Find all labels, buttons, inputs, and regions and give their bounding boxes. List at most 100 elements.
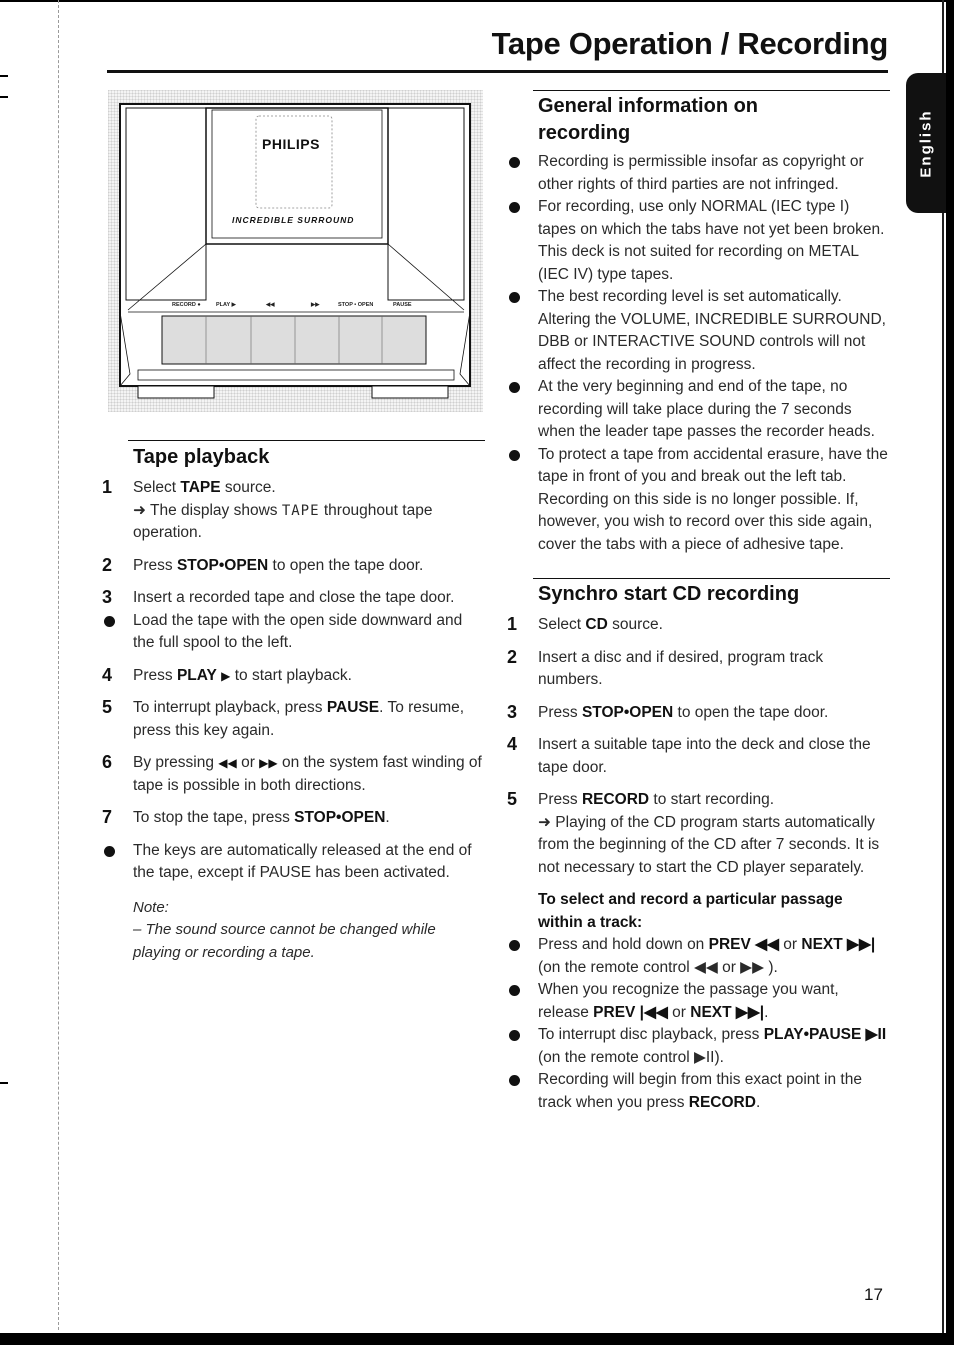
- section-title: Tape playback: [133, 446, 270, 468]
- general-info-title: General information on recording: [538, 95, 759, 144]
- step-text: to start playback.: [230, 666, 352, 684]
- title-rule: [107, 70, 888, 73]
- step-text: source.: [607, 616, 663, 633]
- synchro-title: Synchro start CD recording: [538, 583, 800, 605]
- lcd-display-text: TAPE: [281, 502, 320, 519]
- brand-logo: PHILIPS: [262, 136, 320, 152]
- bullet-text: The best recording level is set automati…: [538, 288, 886, 373]
- step-5: 5 To interrupt playback, press PAUSE. To…: [100, 697, 485, 742]
- page-title: Tape Operation / Recording: [491, 26, 889, 61]
- step-2: 2 Press STOP•OPEN to open the tape door.: [100, 555, 485, 578]
- step-text: To interrupt playback, press: [133, 699, 327, 716]
- step-text: Select: [538, 616, 586, 633]
- key-name-play-pause: PLAY•PAUSE ▶II: [763, 1026, 887, 1043]
- section-rule: [533, 90, 890, 91]
- bullet-item: To protect a tape from accidental erasur…: [505, 444, 890, 557]
- step-text: Insert a disc and if desired, program tr…: [538, 648, 824, 689]
- bullet-item: The keys are automatically released at t…: [100, 840, 485, 885]
- left-panel: [125, 107, 207, 301]
- step-number: 4: [102, 664, 113, 685]
- fast-forward-icon: ▶▶: [259, 756, 278, 770]
- step-text: to open the tape door.: [268, 556, 424, 574]
- key-name: STOP•OPEN: [581, 703, 674, 721]
- key-label-pause: PAUSE: [393, 302, 412, 308]
- bullet-text: .: [755, 1093, 761, 1111]
- bullet-dot: [509, 449, 520, 461]
- bullet-text: (on the remote control ◀◀ or ▶▶ ).: [538, 958, 778, 976]
- bullet-dot: [509, 1030, 520, 1041]
- step-number: 5: [102, 697, 113, 717]
- scan-edge-top: [0, 0, 954, 2]
- step-text: Press: [133, 556, 177, 574]
- key-name-prev: PREV ◀◀: [708, 936, 779, 953]
- section-rule: [533, 578, 890, 579]
- tape-playback-section: Tape playback 1 Select TAPE source. ➜ Th…: [100, 440, 485, 964]
- step-4: 4 Insert a suitable tape into the deck a…: [505, 734, 890, 779]
- right-foot: [371, 385, 449, 399]
- step-text: Insert a suitable tape into the deck and…: [538, 736, 871, 776]
- bullet-item: When you recognize the passage you want,…: [505, 979, 890, 1024]
- tape-deck-illustration: PHILIPS INCREDIBLE SURROUND RECORD ● PLA…: [108, 90, 483, 412]
- step-number: 1: [102, 477, 113, 497]
- key-name: RECORD: [581, 791, 650, 808]
- step-2: 2 Insert a disc and if desired, program …: [505, 647, 890, 692]
- page-number: 17: [864, 1285, 883, 1304]
- bullet-item: To interrupt disc playback, press PLAY•P…: [505, 1024, 890, 1069]
- bullet-item: Recording will begin from this exact poi…: [505, 1069, 890, 1114]
- step-number: 2: [102, 554, 113, 575]
- key-name-prev: PREV |◀◀: [593, 1003, 668, 1021]
- step-6: 6 By pressing ◀◀ or ▶▶ on the system fas…: [100, 752, 485, 797]
- step-number: 6: [102, 752, 113, 772]
- bullet-dot: [509, 382, 520, 393]
- bullet-dot: [104, 615, 115, 627]
- step-number: 7: [102, 807, 113, 827]
- bullet-dot: [509, 292, 520, 303]
- step-3: 3 Insert a recorded tape and close the t…: [100, 587, 485, 610]
- step-text: to start recording.: [649, 791, 775, 808]
- key-name-next: NEXT ▶▶|: [801, 936, 876, 953]
- step-text: Select: [133, 479, 181, 496]
- key-label-rewind: ◀◀: [266, 302, 275, 308]
- right-panel: [387, 107, 465, 301]
- bullet-text: or: [778, 936, 802, 953]
- margin-mark: [0, 1082, 8, 1084]
- bullet-text: (on the remote control ▶II).: [538, 1048, 724, 1066]
- bullet-text: .: [764, 1003, 769, 1021]
- bullet-dot: [509, 157, 520, 168]
- bullet-text: Load the tape with the open side downwar…: [133, 611, 463, 652]
- bullet-text: or: [667, 1003, 691, 1021]
- bullet-dot: [509, 985, 520, 996]
- step-text: or: [236, 754, 260, 771]
- step-7: 7 To stop the tape, press STOP•OPEN.: [100, 807, 485, 830]
- step-text: to open the tape door.: [673, 703, 829, 721]
- key-name: PAUSE: [326, 699, 380, 716]
- step-1: 1 Select TAPE source. ➜ The display show…: [100, 477, 485, 545]
- step-text: source.: [220, 479, 276, 496]
- key-name: STOP•OPEN: [176, 556, 269, 574]
- result-text: ➜ The display shows: [133, 501, 282, 519]
- step-text: To stop the tape, press: [133, 809, 295, 826]
- key-name-next: NEXT ▶▶|: [690, 1003, 765, 1021]
- scan-edge-bottom: [0, 1333, 954, 1345]
- note-label: Note:: [133, 898, 169, 916]
- bullet-dot: [509, 1075, 520, 1086]
- step-text: .: [385, 809, 390, 826]
- result-text: ➜ Playing of the CD program starts autom…: [538, 813, 880, 876]
- key-name: TAPE: [180, 479, 221, 496]
- note-text: – The sound source cannot be changed whi…: [133, 921, 436, 961]
- bullet-text: Recording is permissible insofar as copy…: [538, 153, 864, 193]
- step-number: 2: [507, 646, 518, 667]
- key-name: CD: [585, 616, 608, 633]
- bullet-text: To interrupt disc playback, press: [538, 1026, 764, 1043]
- step-5: 5 Press RECORD to start recording. ➜ Pla…: [505, 789, 890, 879]
- key-name: STOP•OPEN: [294, 809, 386, 826]
- language-tab-label: English: [917, 108, 935, 178]
- bullet-text: The keys are automatically released at t…: [133, 841, 472, 882]
- bullet-item: Load the tape with the open side downwar…: [100, 610, 485, 655]
- margin-mark: [0, 75, 8, 77]
- step-text: Insert a recorded tape and close the tap…: [133, 589, 455, 606]
- step-text: Press: [133, 666, 177, 684]
- key-label-forward: ▶▶: [311, 302, 320, 308]
- left-foot: [137, 385, 215, 399]
- scan-edge-right: [946, 0, 954, 1345]
